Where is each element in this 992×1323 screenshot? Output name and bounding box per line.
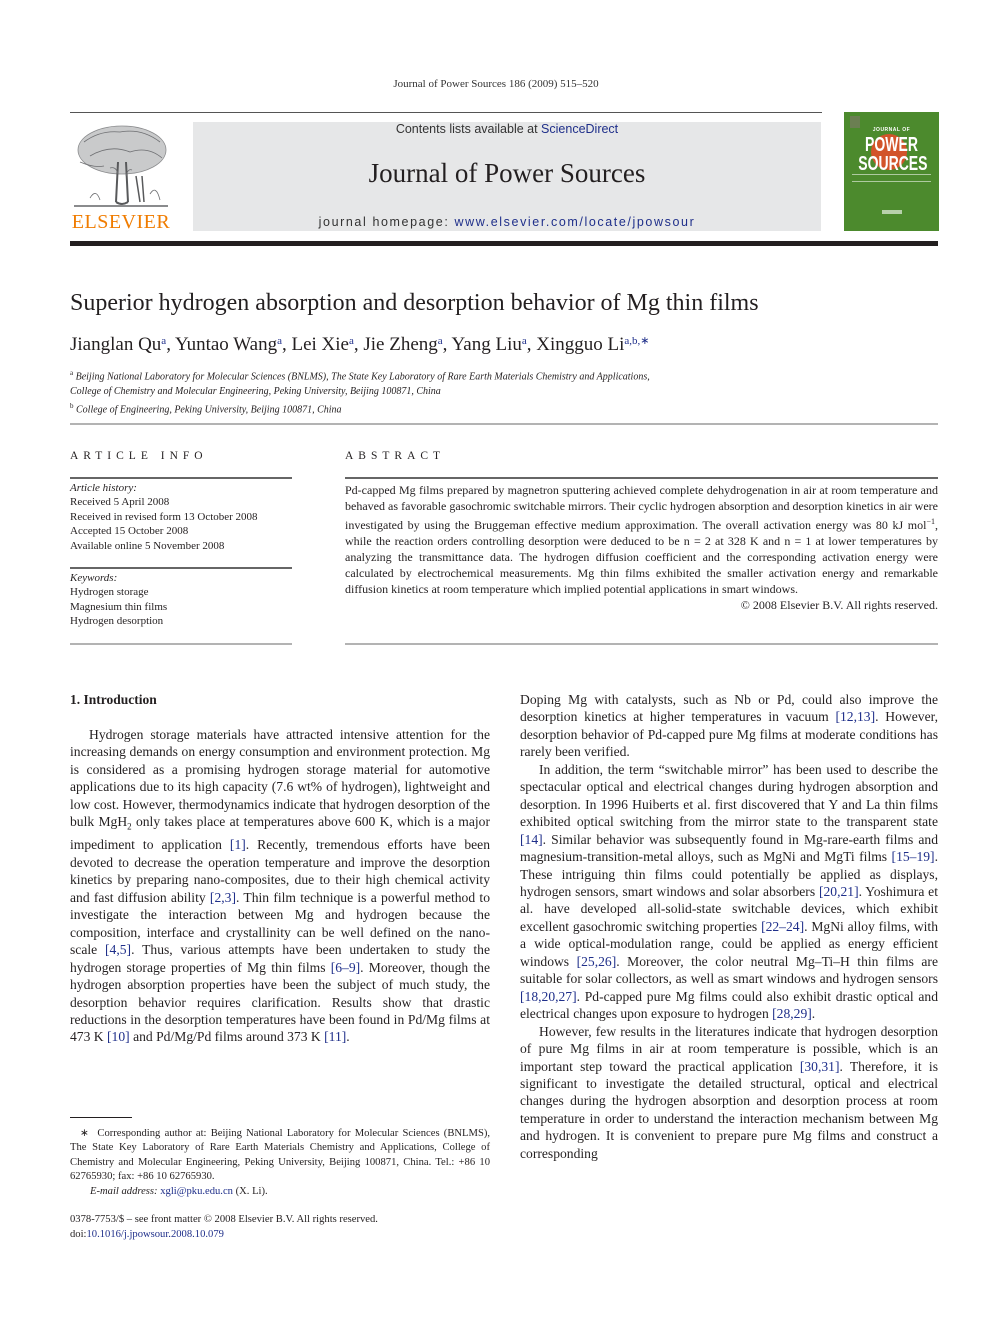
section-heading-introduction: 1. Introduction <box>70 692 157 707</box>
cover-line2: POWER <box>865 134 918 156</box>
history-received: Received 5 April 2008 <box>70 496 170 509</box>
homepage-prefix: journal homepage: <box>318 215 455 229</box>
citation-link[interactable]: [4,5] <box>105 942 131 957</box>
keyword: Hydrogen desorption <box>70 615 164 628</box>
intro-left-column: Hydrogen storage materials have attracte… <box>70 726 490 1046</box>
history-accepted: Accepted 15 October 2008 <box>70 525 189 538</box>
history-label: Article history: <box>70 482 137 494</box>
citation-link[interactable]: [20,21] <box>819 884 859 899</box>
history-revised: Received in revised form 13 October 2008 <box>70 510 258 523</box>
masthead-thick-rule <box>70 241 938 246</box>
article-history: Article history: Received 5 April 2008 R… <box>70 481 292 553</box>
journal-cover-image[interactable]: JOURNAL OF POWER SOURCES <box>844 112 939 231</box>
intro-paragraph: Doping Mg with catalysts, such as Nb or … <box>520 692 938 760</box>
citation-link[interactable]: [10] <box>107 1029 130 1044</box>
article-info-rule <box>70 477 292 479</box>
corresponding-author-footnote: ∗ Corresponding author at: Beijing Natio… <box>70 1127 490 1199</box>
footnote-email: E-mail address: xgli@pku.edu.cn (X. Li). <box>90 1185 268 1197</box>
intro-paragraph: In addition, the term “switchable mirror… <box>520 761 938 1022</box>
cover-subtitle-lines <box>852 174 931 182</box>
footnote-text: ∗ Corresponding author at: Beijing Natio… <box>70 1128 491 1183</box>
issn-line: 0378-7753/$ – see front matter © 2008 El… <box>70 1214 378 1225</box>
abstract-paragraph: Pd-capped Mg films prepared by magnetron… <box>345 483 938 596</box>
header-rule <box>70 112 822 113</box>
contents-prefix: Contents lists available at <box>395 122 542 136</box>
abstract-bottom-rule <box>345 643 938 645</box>
journal-masthead: Contents lists available at ScienceDirec… <box>193 122 821 231</box>
intro-paragraph: However, few results in the literatures … <box>520 1023 938 1161</box>
elsevier-tree-icon <box>74 125 168 207</box>
running-head: Journal of Power Sources 186 (2009) 515–… <box>393 78 599 90</box>
cover-line1: JOURNAL OF <box>872 127 911 133</box>
footnote-rule <box>70 1117 132 1118</box>
citation-link[interactable]: [28,29] <box>772 1006 812 1021</box>
citation-link[interactable]: [14] <box>520 832 543 847</box>
affiliation-a: a Beijing National Laboratory for Molecu… <box>70 369 650 383</box>
citation-link[interactable]: [6–9] <box>331 960 360 975</box>
doi-line: doi:10.1016/j.jpowsour.2008.10.079 <box>70 1228 224 1240</box>
cover-line3: SOURCES <box>858 153 928 175</box>
author[interactable]: Yang Liua <box>451 334 526 355</box>
journal-homepage: journal homepage: www.elsevier.com/locat… <box>193 215 821 229</box>
contents-line: Contents lists available at ScienceDirec… <box>193 122 821 136</box>
affiliations: a Beijing National Laboratory for Molecu… <box>70 366 650 418</box>
history-online: Available online 5 November 2008 <box>70 539 225 552</box>
citation-link[interactable]: [11] <box>324 1029 346 1044</box>
author[interactable]: Xingguo Lia,b,∗ <box>536 334 649 355</box>
abstract-heading: ABSTRACT <box>345 450 446 462</box>
article-bottom-meta: 0378-7753/$ – see front matter © 2008 El… <box>70 1213 378 1242</box>
keywords-rule <box>70 567 292 569</box>
citation-link[interactable]: [12,13] <box>835 709 875 724</box>
article-title: Superior hydrogen absorption and desorpt… <box>70 290 759 316</box>
author[interactable]: Yuntao Wanga <box>175 334 282 355</box>
elsevier-wordmark: ELSEVIER <box>71 211 171 233</box>
author[interactable]: Lei Xiea <box>291 334 353 355</box>
article-info-heading: ARTICLE INFO <box>70 450 208 462</box>
affiliation-a-cont: College of Chemistry and Molecular Engin… <box>70 385 441 397</box>
affiliation-b: b College of Engineering, Peking Univers… <box>70 402 342 416</box>
citation-link[interactable]: [30,31] <box>800 1059 840 1074</box>
intro-right-column: Doping Mg with catalysts, such as Nb or … <box>520 691 938 1162</box>
keyword: Magnesium thin films <box>70 600 168 613</box>
author[interactable]: Jianglan Qua <box>70 334 166 355</box>
citation-link[interactable]: [25,26] <box>577 954 617 969</box>
doi-link[interactable]: 10.1016/j.jpowsour.2008.10.079 <box>86 1229 223 1240</box>
abstract-rule <box>345 477 938 479</box>
section-divider <box>70 423 938 425</box>
keyword: Hydrogen storage <box>70 586 149 599</box>
keywords-label: Keywords: <box>70 572 118 584</box>
article-info-bottom-rule <box>70 643 292 645</box>
citation-link[interactable]: [18,20,27] <box>520 989 577 1004</box>
author[interactable]: Jie Zhenga <box>363 334 442 355</box>
citation-link[interactable]: [22–24] <box>761 919 804 934</box>
elsevier-logo[interactable]: ELSEVIER <box>70 122 172 234</box>
journal-title: Journal of Power Sources <box>368 158 646 188</box>
sciencedirect-link[interactable]: ScienceDirect <box>541 122 618 136</box>
email-link[interactable]: xgli@pku.edu.cn <box>160 1186 233 1197</box>
keywords: Keywords: Hydrogen storage Magnesium thi… <box>70 571 292 629</box>
homepage-link[interactable]: www.elsevier.com/locate/jpowsour <box>454 215 695 229</box>
abstract-body: Pd-capped Mg films prepared by magnetron… <box>345 482 938 613</box>
citation-link[interactable]: [15–19] <box>892 849 935 864</box>
citation-link[interactable]: [2,3] <box>210 890 236 905</box>
cover-publisher-mark <box>882 210 902 214</box>
author-list: Jianglan Qua, Yuntao Wanga, Lei Xiea, Ji… <box>70 334 650 355</box>
intro-paragraph: Hydrogen storage materials have attracte… <box>70 727 490 1045</box>
abstract-copyright: © 2008 Elsevier B.V. All rights reserved… <box>740 598 938 612</box>
citation-link[interactable]: [1] <box>230 837 246 852</box>
